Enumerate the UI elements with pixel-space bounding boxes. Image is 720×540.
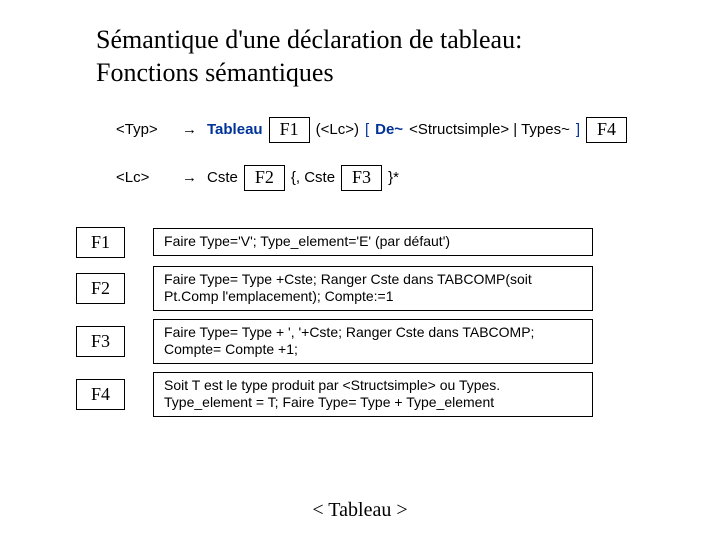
definition-row: F4 Soit T est le type produit par <Struc… bbox=[76, 372, 593, 417]
slide-title: Sémantique d'une déclaration de tableau:… bbox=[96, 24, 672, 89]
definition-row: F1 Faire Type='V'; Type_element='E' (par… bbox=[76, 227, 593, 258]
rule-lhs: <Typ> bbox=[116, 121, 176, 138]
def-text-f2: Faire Type= Type +Cste; Ranger Cste dans… bbox=[153, 266, 593, 311]
def-label-cell: F2 bbox=[76, 266, 153, 311]
def-label-cell: F4 bbox=[76, 372, 153, 417]
def-label-f4: F4 bbox=[76, 379, 125, 410]
title-line-1: Sémantique d'une déclaration de tableau: bbox=[96, 25, 522, 54]
definition-row: F2 Faire Type= Type +Cste; Ranger Cste d… bbox=[76, 266, 593, 311]
def-text-cell: Soit T est le type produit par <Structsi… bbox=[153, 372, 593, 417]
def-label-f2: F2 bbox=[76, 273, 125, 304]
rule-text: (<Lc>) bbox=[316, 121, 359, 138]
action-f3: F3 bbox=[341, 165, 382, 191]
keyword-de: De~ bbox=[375, 121, 403, 138]
action-f4: F4 bbox=[586, 117, 627, 143]
rule-text: <Structsimple> | Types~ bbox=[409, 121, 570, 138]
def-text-f1: Faire Type='V'; Type_element='E' (par dé… bbox=[153, 228, 593, 256]
grammar-rules: <Typ> → Tableau F1 (<Lc>) [ De~ <Structsim… bbox=[116, 117, 672, 191]
def-label-cell: F3 bbox=[76, 319, 153, 364]
slide: Sémantique d'une déclaration de tableau:… bbox=[0, 0, 720, 425]
action-f2: F2 bbox=[244, 165, 285, 191]
def-label-cell: F1 bbox=[76, 227, 153, 258]
rule-text: }* bbox=[388, 169, 399, 186]
def-text-f4: Soit T est le type produit par <Structsi… bbox=[153, 372, 593, 417]
def-text-f3: Faire Type= Type + ', '+Cste; Ranger Cst… bbox=[153, 319, 593, 364]
def-text-cell: Faire Type= Type +Cste; Ranger Cste dans… bbox=[153, 266, 593, 311]
definition-row: F3 Faire Type= Type + ', '+Cste; Ranger … bbox=[76, 319, 593, 364]
rule-typ: <Typ> → Tableau F1 (<Lc>) [ De~ <Structsim… bbox=[116, 117, 672, 143]
def-label-f1: F1 bbox=[76, 227, 125, 258]
action-f1: F1 bbox=[269, 117, 310, 143]
def-text-cell: Faire Type='V'; Type_element='E' (par dé… bbox=[153, 227, 593, 258]
title-line-2: Fonctions sémantiques bbox=[96, 58, 334, 87]
rule-lc: <Lc> → Cste F2 {, Cste F3 }* bbox=[116, 165, 672, 191]
keyword-tableau: Tableau bbox=[207, 121, 263, 138]
definitions-table: F1 Faire Type='V'; Type_element='E' (par… bbox=[76, 219, 593, 425]
rule-lhs: <Lc> bbox=[116, 169, 176, 186]
bracket-open: [ bbox=[365, 121, 369, 138]
def-text-cell: Faire Type= Type + ', '+Cste; Ranger Cst… bbox=[153, 319, 593, 364]
arrow-icon: → bbox=[182, 121, 197, 138]
def-label-f3: F3 bbox=[76, 326, 125, 357]
rule-text: {, Cste bbox=[291, 169, 335, 186]
arrow-icon: → bbox=[182, 169, 197, 186]
slide-footer: < Tableau > bbox=[0, 499, 720, 522]
bracket-close: ] bbox=[576, 121, 580, 138]
keyword-cste: Cste bbox=[207, 169, 238, 186]
